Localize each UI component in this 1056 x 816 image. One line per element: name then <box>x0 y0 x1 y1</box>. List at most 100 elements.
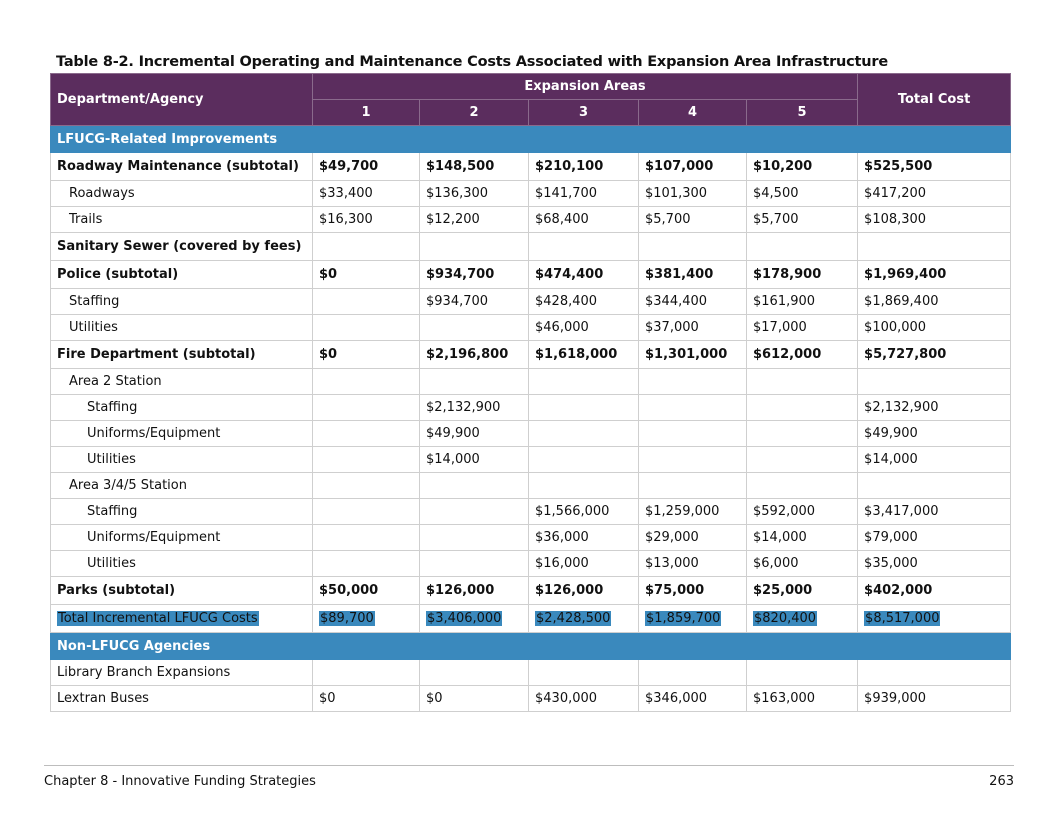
area-value-cell <box>528 420 639 447</box>
area-value-cell <box>312 368 420 395</box>
row-label: Staffing <box>50 394 313 421</box>
total-cost-cell: $8,517,000 <box>857 604 1012 633</box>
highlighted-text: $3,406,000 <box>426 611 503 626</box>
table-body: LFUCG-Related Improvements Roadway Mainte… <box>49 125 1012 712</box>
area-value-cell: $0 <box>419 685 529 712</box>
area-value-cell: $178,900 <box>745 260 859 289</box>
header-dept: Department/Agency <box>50 73 313 126</box>
area-value-cell: $126,000 <box>528 576 639 605</box>
table-row: Staffing $2,132,900 $2,132,900 <box>50 394 1012 421</box>
total-cost-cell: $100,000 <box>857 314 1012 341</box>
highlighted-text: $89,700 <box>319 611 375 626</box>
area-value-cell <box>528 232 639 261</box>
area-value-cell <box>312 446 420 473</box>
area-value-cell: $592,000 <box>745 498 859 525</box>
row-label: Staffing <box>50 288 313 315</box>
area-value-cell <box>419 524 529 551</box>
table-row: Area 3/4/5 Station <box>50 472 1012 499</box>
area-value-cell <box>312 314 420 341</box>
area-value-cell: $46,000 <box>528 314 639 341</box>
area-value-cell: $89,700 <box>312 604 420 633</box>
area-value-cell: $2,132,900 <box>419 394 529 421</box>
table-row: Lextran Buses $0 $0 $430,000 $346,000 $163,00… <box>50 685 1012 712</box>
area-value-cell: $0 <box>312 340 420 369</box>
area-value-cell <box>745 659 859 686</box>
area-value-cell: $17,000 <box>745 314 859 341</box>
total-cost-cell: $49,900 <box>857 420 1012 447</box>
area-value-cell: $13,000 <box>638 550 747 577</box>
row-label: Trails <box>50 206 313 233</box>
table-row: Utilities $16,000 $13,000 $6,000 $35,000 <box>50 550 1012 577</box>
header-area-1: 1 <box>312 99 420 126</box>
area-value-cell <box>638 232 747 261</box>
area-value-cell: $474,400 <box>528 260 639 289</box>
row-label: Utilities <box>50 550 313 577</box>
area-value-cell: $33,400 <box>312 180 420 207</box>
area-value-cell <box>312 472 420 499</box>
section-row: LFUCG-Related Improvements <box>49 125 1012 153</box>
area-value-cell: $1,859,700 <box>638 604 747 633</box>
area-value-cell: $163,000 <box>745 685 859 712</box>
table-row: Area 2 Station <box>50 368 1012 395</box>
total-cost-cell <box>857 232 1012 261</box>
area-value-cell: $210,100 <box>528 152 639 181</box>
table-row: Utilities $46,000 $37,000 $17,000 $100,000 <box>50 314 1012 341</box>
area-value-cell: $29,000 <box>638 524 747 551</box>
footer-page-number: 263 <box>989 774 1014 789</box>
total-cost-cell: $14,000 <box>857 446 1012 473</box>
row-label: Uniforms/Equipment <box>50 524 313 551</box>
header-area-4: 4 <box>638 99 747 126</box>
area-value-cell: $49,900 <box>419 420 529 447</box>
area-value-cell: $1,301,000 <box>638 340 747 369</box>
table-row: Trails $16,300 $12,200 $68,400 $5,700 $5,700 $… <box>50 206 1012 233</box>
header-expansion-areas: Expansion Areas <box>311 73 859 100</box>
total-cost-cell: $79,000 <box>857 524 1012 551</box>
highlighted-text: $8,517,000 <box>864 611 941 626</box>
total-cost-cell <box>857 659 1012 686</box>
total-cost-cell: $1,869,400 <box>857 288 1012 315</box>
area-value-cell: $12,200 <box>419 206 529 233</box>
area-value-cell: $5,700 <box>745 206 859 233</box>
area-value-cell: $14,000 <box>419 446 529 473</box>
area-value-cell: $3,406,000 <box>419 604 529 633</box>
area-value-cell: $1,566,000 <box>528 498 639 525</box>
table-row: Sanitary Sewer (covered by fees) <box>50 232 1012 261</box>
area-value-cell <box>419 314 529 341</box>
area-value-cell <box>312 498 420 525</box>
highlighted-text: $820,400 <box>753 611 818 626</box>
area-value-cell: $49,700 <box>312 152 420 181</box>
total-cost-cell: $402,000 <box>857 576 1012 605</box>
table-header: Department/Agency Expansion Areas Total … <box>50 73 1012 126</box>
total-cost-cell: $3,417,000 <box>857 498 1012 525</box>
area-value-cell: $344,400 <box>638 288 747 315</box>
area-value-cell <box>638 472 747 499</box>
total-row: Total Incremental LFUCG Costs $89,700 $3,4… <box>50 604 1012 633</box>
footer-chapter: Chapter 8 - Innovative Funding Strategie… <box>44 774 316 789</box>
total-cost-cell: $417,200 <box>857 180 1012 207</box>
row-label: Roadway Maintenance (subtotal) <box>50 152 313 181</box>
area-value-cell <box>312 288 420 315</box>
row-label: Fire Department (subtotal) <box>50 340 313 369</box>
area-value-cell <box>745 472 859 499</box>
area-value-cell: $0 <box>312 260 420 289</box>
highlighted-text: $2,428,500 <box>535 611 612 626</box>
area-value-cell: $10,200 <box>745 152 859 181</box>
area-value-cell: $934,700 <box>419 260 529 289</box>
area-value-cell <box>745 394 859 421</box>
table-row: Roadways $33,400 $136,300 $141,700 $101,300 $… <box>50 180 1012 207</box>
highlighted-text: $1,859,700 <box>645 611 722 626</box>
area-value-cell <box>312 394 420 421</box>
table-row: Staffing $1,566,000 $1,259,000 $592,000 $3,4… <box>50 498 1012 525</box>
area-value-cell <box>528 446 639 473</box>
area-value-cell: $0 <box>312 685 420 712</box>
table-row: Police (subtotal) $0 $934,700 $474,400 $381,… <box>50 260 1012 289</box>
area-value-cell <box>419 472 529 499</box>
header-area-3: 3 <box>528 99 639 126</box>
total-cost-cell: $525,500 <box>857 152 1012 181</box>
area-value-cell <box>312 524 420 551</box>
area-value-cell: $2,428,500 <box>528 604 639 633</box>
row-label: Uniforms/Equipment <box>50 420 313 447</box>
table-row: Library Branch Expansions <box>50 659 1012 686</box>
row-label: Staffing <box>50 498 313 525</box>
area-value-cell: $50,000 <box>312 576 420 605</box>
